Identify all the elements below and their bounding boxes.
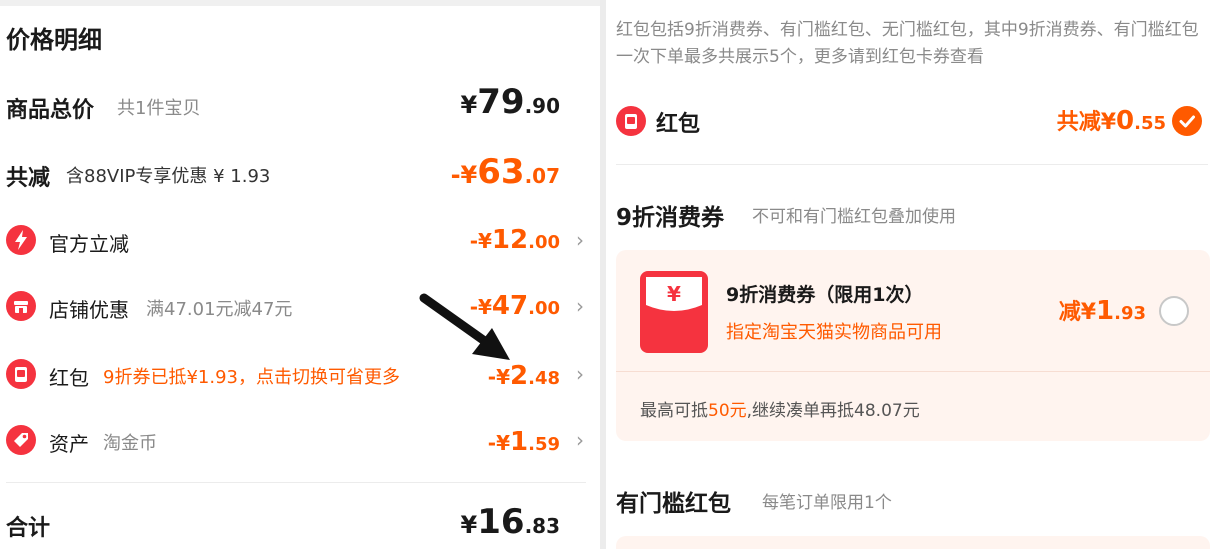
red-packet-summary-label: 红包	[656, 112, 701, 137]
official-discount-row[interactable]: 官方立减 -¥12.00 ›	[0, 216, 600, 266]
annotation-arrow-icon	[419, 293, 510, 360]
screen: 价格明细 商品总价 共1件宝贝 ¥79.90 共减 含88VIP专享优惠 ¥ 1…	[0, 0, 1218, 549]
vip-discount-note: 含88VIP专享优惠 ¥ 1.93	[66, 166, 271, 187]
official-discount-label: 官方立减	[49, 232, 129, 256]
shop-icon	[6, 291, 36, 321]
lightning-icon	[6, 225, 36, 255]
chevron-right-icon: ›	[576, 228, 584, 252]
threshold-red-packet-section-title: 有门槛红包	[616, 491, 731, 517]
price-detail-panel: 价格明细 商品总价 共1件宝贝 ¥79.90 共减 含88VIP专享优惠 ¥ 1…	[0, 0, 600, 549]
total-discount-row: 共减 含88VIP专享优惠 ¥ 1.93 -¥63.07	[0, 150, 600, 200]
price-detail-title: 价格明细	[6, 26, 102, 54]
chevron-right-icon: ›	[576, 428, 584, 452]
chevron-right-icon: ›	[576, 362, 584, 386]
coupon-card[interactable]: ¥ 9折消费券（限用1次） 指定淘宝天猫实物商品可用 减¥1.93 最高可抵50…	[616, 250, 1210, 441]
threshold-red-packet-section-note: 每笔订单限用1个	[762, 493, 892, 513]
goods-total-price: ¥79.90	[460, 82, 560, 122]
coupon-max-deduct-note: 最高可抵50元,继续凑单再抵48.07元	[640, 401, 920, 421]
goods-count: 共1件宝贝	[117, 98, 201, 119]
tag-icon	[6, 425, 36, 455]
red-packet-label: 红包	[49, 366, 89, 390]
assets-row[interactable]: 资产 淘金币 -¥1.59 ›	[0, 416, 600, 466]
discount-coupon-section-note: 不可和有门槛红包叠加使用	[752, 207, 956, 227]
divider	[616, 164, 1208, 165]
divider	[616, 371, 1210, 372]
coupon-envelope-icon: ¥	[640, 271, 708, 353]
goods-total-row: 商品总价 共1件宝贝 ¥79.90	[0, 82, 600, 132]
red-packet-total-saving: 共减¥0.55	[1056, 106, 1166, 136]
red-packet-panel: 红包包括9折消费券、有门槛红包、无门槛红包，其中9折消费券、有门槛红包一次下单最…	[606, 0, 1218, 549]
taojinbi-label: 淘金币	[103, 433, 157, 454]
svg-text:¥: ¥	[667, 282, 681, 306]
official-discount-price: -¥12.00	[469, 225, 560, 255]
red-packet-icon	[616, 106, 646, 136]
coupon-title: 9折消费券（限用1次）	[726, 284, 924, 306]
total-discount-price: -¥63.07	[450, 152, 560, 192]
divider	[6, 482, 586, 483]
grand-total-row: 合计 ¥16.83	[0, 500, 600, 549]
check-icon[interactable]	[1172, 106, 1202, 136]
coupon-scope: 指定淘宝天猫实物商品可用	[726, 322, 942, 343]
goods-total-label: 商品总价	[6, 98, 95, 123]
coupon-amount: 减¥1.93	[1058, 296, 1146, 326]
discount-coupon-section-title: 9折消费券	[616, 205, 725, 231]
red-packet-price: -¥2.48	[487, 361, 560, 391]
red-packet-hint: 9折券已抵¥1.93，点击切换可省更多	[103, 367, 400, 388]
threshold-red-packet-card[interactable]	[616, 536, 1210, 549]
top-strip	[0, 0, 600, 6]
red-packet-rules-note: 红包包括9折消费券、有门槛红包、无门槛红包，其中9折消费券、有门槛红包一次下单最…	[616, 20, 1199, 67]
shop-discount-label: 店铺优惠	[49, 298, 129, 322]
red-packet-icon	[6, 359, 36, 389]
grand-total-label: 合计	[6, 516, 51, 541]
chevron-right-icon: ›	[576, 294, 584, 318]
grand-total-price: ¥16.83	[460, 502, 560, 542]
coupon-select-radio[interactable]	[1159, 296, 1189, 326]
total-discount-label: 共减	[6, 166, 51, 191]
assets-label: 资产	[49, 432, 89, 456]
assets-price: -¥1.59	[487, 427, 560, 457]
shop-discount-rule: 满47.01元减47元	[146, 299, 293, 320]
red-packet-summary-row[interactable]: 红包 共减¥0.55	[606, 98, 1218, 148]
